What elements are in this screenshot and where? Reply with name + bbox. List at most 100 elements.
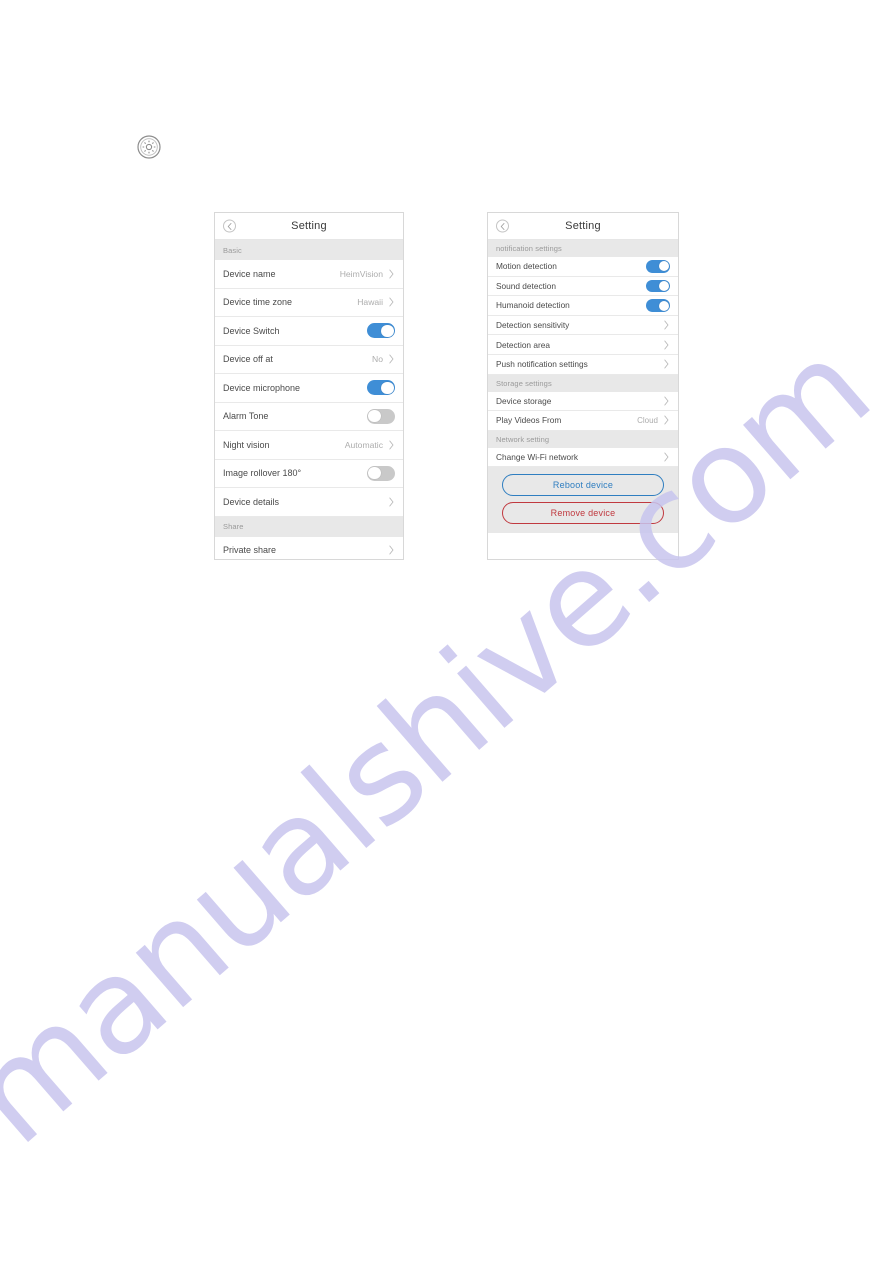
chevron-right-icon xyxy=(664,320,669,330)
chevron-left-icon xyxy=(500,222,505,230)
row-label: Night vision xyxy=(223,439,270,450)
row-device-name[interactable]: Device name HeimVision xyxy=(215,260,403,289)
row-value: Automatic xyxy=(344,439,383,450)
chevron-right-icon xyxy=(664,416,669,425)
settings-panel-right: Setting notification settings Motion dete… xyxy=(487,212,679,560)
chevron-right-icon xyxy=(389,354,394,364)
row-label: Device microphone xyxy=(223,382,301,393)
chevron-right-icon xyxy=(389,269,394,279)
chevron-right-icon xyxy=(389,545,394,555)
toggle-knob xyxy=(381,381,394,394)
section-header-notification-settings: notification settings xyxy=(488,240,678,257)
chevron-right-icon xyxy=(388,297,395,307)
row-night-vision[interactable]: Night vision Automatic xyxy=(215,431,403,460)
chevron-right-icon xyxy=(663,359,670,369)
toggle-humanoid-detection[interactable] xyxy=(646,299,670,312)
row-device-off-at[interactable]: Device off at No xyxy=(215,345,403,374)
chevron-right-icon xyxy=(664,359,669,369)
panel-header-left: Setting xyxy=(215,213,403,240)
section-header-network-setting: Network setting xyxy=(488,430,678,448)
row-label: Detection area xyxy=(496,339,550,350)
panel-body-left: Basic Device name HeimVision Device time zo… xyxy=(215,240,403,559)
row-label: Play Videos From xyxy=(496,415,562,426)
row-image-rollover-180[interactable]: Image rollover 180° xyxy=(215,459,403,488)
back-button-right[interactable] xyxy=(496,219,509,233)
panel-header-right: Setting xyxy=(488,213,678,240)
watermark-overlay: manualshive.com xyxy=(0,0,893,1263)
chevron-right-icon xyxy=(389,440,394,450)
row-device-time-zone[interactable]: Device time zone Hawaii xyxy=(215,288,403,317)
row-device-details[interactable]: Device details xyxy=(215,488,403,517)
chevron-left-icon xyxy=(227,222,232,230)
row-value: Hawaii xyxy=(357,297,383,308)
row-label: Device time zone xyxy=(223,297,293,308)
row-device-storage[interactable]: Device storage xyxy=(488,391,678,412)
row-private-share[interactable]: Private share xyxy=(215,536,403,559)
row-play-videos-from[interactable]: Play Videos From Cloud xyxy=(488,411,678,431)
row-label: Humanoid detection xyxy=(496,300,570,311)
toggle-knob xyxy=(381,324,394,337)
toggle-knob xyxy=(368,410,381,423)
row-label: Detection sensitivity xyxy=(496,320,570,331)
device-action-area: Reboot device Remove device xyxy=(488,467,678,534)
toggle-knob xyxy=(658,261,669,272)
chevron-right-icon xyxy=(663,320,670,330)
chevron-right-icon xyxy=(664,396,669,406)
row-change-wi-fi-network[interactable]: Change Wi-Fi network xyxy=(488,447,678,468)
section-header-share: Share xyxy=(215,516,403,537)
chevron-right-icon xyxy=(388,440,395,450)
row-value: HeimVision xyxy=(339,268,383,279)
toggle-sound-detection[interactable] xyxy=(646,279,670,293)
row-detection-area[interactable]: Detection area xyxy=(488,335,678,355)
panel-body-right: notification settings Motion detection Sou… xyxy=(488,240,678,468)
chevron-right-icon xyxy=(388,269,395,279)
back-button-left[interactable] xyxy=(223,219,236,233)
row-label: Device Switch xyxy=(223,325,280,336)
chevron-right-icon xyxy=(388,497,395,507)
toggle-knob xyxy=(658,280,669,291)
chevron-right-icon xyxy=(663,396,670,406)
toggle-motion-detection[interactable] xyxy=(646,260,670,273)
row-push-notification-settings[interactable]: Push notification settings xyxy=(488,354,678,375)
chevron-right-icon xyxy=(664,452,669,462)
chevron-right-icon xyxy=(663,452,670,462)
row-sound-detection[interactable]: Sound detection xyxy=(488,276,678,297)
row-label: Sound detection xyxy=(496,280,556,291)
row-alarm-tone[interactable]: Alarm Tone xyxy=(215,402,403,431)
chevron-right-icon xyxy=(388,354,395,364)
row-detection-sensitivity[interactable]: Detection sensitivity xyxy=(488,315,678,336)
toggle-device-switch[interactable] xyxy=(367,323,395,339)
section-header-basic: Basic xyxy=(215,240,403,260)
toggle-alarm-tone[interactable] xyxy=(367,408,395,424)
row-label: Device name xyxy=(223,268,276,279)
row-value: Cloud xyxy=(637,415,658,425)
row-device-microphone[interactable]: Device microphone xyxy=(215,374,403,403)
toggle-knob xyxy=(658,300,669,311)
row-motion-detection[interactable]: Motion detection xyxy=(488,257,678,277)
remove-device-button[interactable]: Remove device xyxy=(502,502,664,525)
row-label: Change Wi-Fi network xyxy=(496,452,579,463)
settings-panel-left: Setting Basic Device name HeimVision Device… xyxy=(214,212,404,560)
toggle-device-microphone[interactable] xyxy=(367,380,395,396)
row-device-switch[interactable]: Device Switch xyxy=(215,317,403,346)
row-label: Alarm Tone xyxy=(223,411,269,422)
chevron-right-icon xyxy=(388,545,395,555)
row-label: Image rollover 180° xyxy=(223,468,302,479)
row-label: Device storage xyxy=(496,395,552,406)
chevron-right-icon xyxy=(664,340,669,350)
chevron-right-icon xyxy=(389,297,394,307)
toggle-knob xyxy=(368,467,381,480)
row-label: Device details xyxy=(223,496,280,507)
reboot-device-button[interactable]: Reboot device xyxy=(502,474,664,497)
row-label: Push notification settings xyxy=(496,359,588,370)
panel-title-right: Setting xyxy=(565,220,601,232)
chevron-right-icon xyxy=(663,340,670,350)
toggle-image-rollover-180[interactable] xyxy=(367,465,395,481)
row-value: No xyxy=(372,354,383,365)
row-label: Device off at xyxy=(223,354,273,365)
row-humanoid-detection[interactable]: Humanoid detection xyxy=(488,296,678,316)
panel-title-left: Setting xyxy=(291,220,327,232)
watermark-text: manualshive.com xyxy=(0,312,893,1174)
gear-icon-svg xyxy=(137,135,161,159)
settings-gear-icon xyxy=(136,134,162,160)
